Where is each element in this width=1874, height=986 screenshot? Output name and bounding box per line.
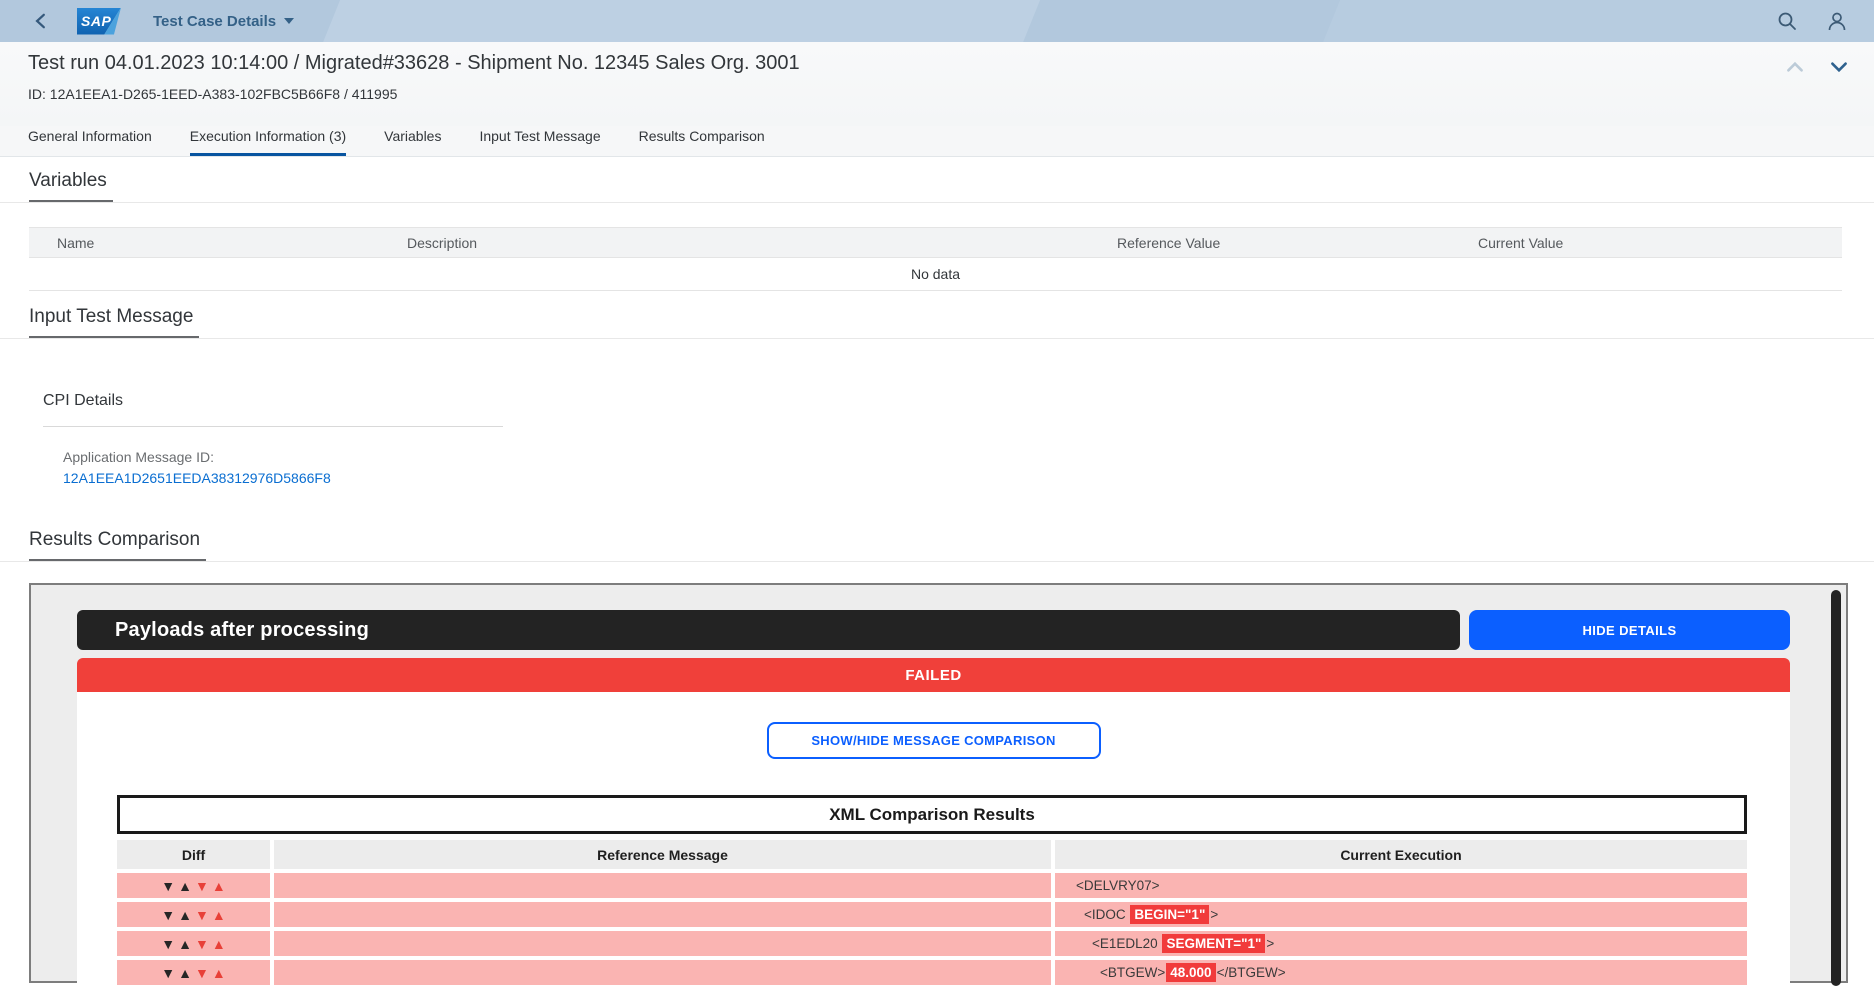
reference-message-cell bbox=[274, 931, 1051, 956]
column-header-reference-message: Reference Message bbox=[274, 840, 1051, 869]
column-header-diff: Diff bbox=[117, 840, 270, 869]
column-header-name: Name bbox=[29, 235, 399, 251]
column-header-current-value: Current Value bbox=[1470, 235, 1842, 251]
triangle-down-dark-icon: ▼ bbox=[161, 937, 175, 951]
variables-section-title: Variables bbox=[29, 170, 113, 203]
xml-text: </BTGEW> bbox=[1217, 965, 1286, 980]
triangle-down-red-icon: ▼ bbox=[195, 937, 209, 951]
reference-message-cell bbox=[274, 960, 1051, 985]
xml-text: <E1EDL20 bbox=[1092, 936, 1161, 951]
show-hide-message-comparison-button[interactable]: SHOW/HIDE MESSAGE COMPARISON bbox=[767, 722, 1101, 759]
diff-highlight: BEGIN="1" bbox=[1130, 905, 1209, 924]
navigate-up-button[interactable] bbox=[1784, 56, 1806, 78]
payloads-header-title: Payloads after processing bbox=[115, 619, 369, 642]
triangle-up-dark-icon: ▲ bbox=[178, 966, 192, 980]
navigate-down-button[interactable] bbox=[1828, 56, 1850, 78]
section-divider bbox=[0, 202, 1874, 203]
xml-text: <BTGEW> bbox=[1100, 965, 1165, 980]
payloads-header-bar: Payloads after processing bbox=[77, 610, 1460, 650]
tab-input-test-message[interactable]: Input Test Message bbox=[479, 128, 600, 156]
diff-highlight: 48.000 bbox=[1166, 963, 1215, 982]
triangle-up-dark-icon: ▲ bbox=[178, 937, 192, 951]
sap-logo-text: SAP bbox=[81, 13, 111, 29]
triangle-down-red-icon: ▼ bbox=[195, 879, 209, 893]
back-button[interactable] bbox=[30, 10, 52, 32]
chevron-down-icon bbox=[284, 18, 294, 24]
status-banner-failed: FAILED bbox=[77, 658, 1790, 692]
panel-scrollbar[interactable] bbox=[1831, 590, 1841, 986]
user-icon[interactable] bbox=[1826, 10, 1848, 32]
xml-comparison-table: XML Comparison Results Diff Reference Me… bbox=[117, 795, 1747, 985]
current-execution-cell: <IDOC BEGIN="1"> bbox=[1055, 902, 1747, 927]
reference-message-cell bbox=[274, 902, 1051, 927]
tab-general-information[interactable]: General Information bbox=[28, 128, 152, 156]
triangle-up-red-icon: ▲ bbox=[212, 908, 226, 922]
triangle-up-red-icon: ▲ bbox=[212, 879, 226, 893]
triangle-up-red-icon: ▲ bbox=[212, 966, 226, 980]
app-title: Test Case Details bbox=[153, 13, 276, 30]
tab-execution-information[interactable]: Execution Information (3) bbox=[190, 128, 346, 156]
variables-section-header: Variables bbox=[0, 170, 1874, 203]
section-divider bbox=[0, 338, 1874, 339]
hide-details-button[interactable]: HIDE DETAILS bbox=[1469, 610, 1790, 650]
column-header-description: Description bbox=[399, 235, 1109, 251]
triangle-up-dark-icon: ▲ bbox=[178, 879, 192, 893]
section-divider bbox=[0, 561, 1874, 562]
diff-icons-cell: ▼ ▲ ▼ ▲ bbox=[117, 902, 270, 927]
current-execution-cell: <E1EDL20 SEGMENT="1"> bbox=[1055, 931, 1747, 956]
xml-text: > bbox=[1210, 907, 1218, 922]
triangle-up-dark-icon: ▲ bbox=[178, 908, 192, 922]
triangle-down-red-icon: ▼ bbox=[195, 966, 209, 980]
page-title: Test run 04.01.2023 10:14:00 / Migrated#… bbox=[28, 52, 800, 75]
current-execution-cell: <BTGEW>48.000</BTGEW> bbox=[1055, 960, 1747, 985]
chevron-left-icon bbox=[32, 12, 50, 30]
diff-highlight: SEGMENT="1" bbox=[1162, 934, 1265, 953]
xml-comparison-title: XML Comparison Results bbox=[117, 795, 1747, 834]
cpi-details-title: CPI Details bbox=[43, 392, 503, 410]
diff-icons-cell: ▼ ▲ ▼ ▲ bbox=[117, 931, 270, 956]
xml-text: <DELVRY07> bbox=[1076, 878, 1160, 893]
results-comparison-section-header: Results Comparison bbox=[0, 529, 1874, 562]
column-header-current-execution: Current Execution bbox=[1055, 840, 1747, 869]
xml-text: <IDOC bbox=[1084, 907, 1129, 922]
cpi-divider bbox=[43, 426, 503, 427]
tab-variables[interactable]: Variables bbox=[384, 128, 441, 156]
variables-table: Name Description Reference Value Current… bbox=[29, 227, 1842, 291]
input-test-message-section-header: Input Test Message bbox=[0, 306, 1874, 339]
diff-icons-cell: ▼ ▲ ▼ ▲ bbox=[117, 873, 270, 898]
triangle-down-dark-icon: ▼ bbox=[161, 966, 175, 980]
triangle-up-red-icon: ▲ bbox=[212, 937, 226, 951]
search-icon[interactable] bbox=[1776, 10, 1798, 32]
triangle-down-dark-icon: ▼ bbox=[161, 908, 175, 922]
app-title-menu[interactable]: Test Case Details bbox=[153, 13, 294, 30]
sap-logo: SAP bbox=[77, 8, 121, 35]
reference-message-cell bbox=[274, 873, 1051, 898]
no-data-row: No data bbox=[29, 258, 1842, 291]
diff-icons-cell: ▼ ▲ ▼ ▲ bbox=[117, 960, 270, 985]
variables-table-header-row: Name Description Reference Value Current… bbox=[29, 227, 1842, 258]
object-page-header: Test run 04.01.2023 10:14:00 / Migrated#… bbox=[0, 42, 1874, 126]
comparison-content-area: SHOW/HIDE MESSAGE COMPARISON XML Compari… bbox=[77, 692, 1790, 985]
application-message-id-link[interactable]: 12A1EEA1D2651EEDA38312976D5866F8 bbox=[63, 470, 331, 486]
tab-results-comparison[interactable]: Results Comparison bbox=[639, 128, 765, 156]
input-test-message-section-title: Input Test Message bbox=[29, 306, 199, 339]
cpi-details-block: CPI Details Application Message ID: 12A1… bbox=[43, 392, 503, 488]
current-execution-cell: <DELVRY07> bbox=[1055, 873, 1747, 898]
xml-text: > bbox=[1266, 936, 1274, 951]
column-header-reference-value: Reference Value bbox=[1109, 235, 1470, 251]
triangle-down-red-icon: ▼ bbox=[195, 908, 209, 922]
results-comparison-panel: Payloads after processing HIDE DETAILS F… bbox=[29, 583, 1848, 983]
anchor-tab-bar: General Information Execution Informatio… bbox=[0, 126, 1874, 157]
application-message-id-label: Application Message ID: bbox=[63, 449, 503, 465]
triangle-down-dark-icon: ▼ bbox=[161, 879, 175, 893]
results-comparison-section-title: Results Comparison bbox=[29, 529, 206, 562]
page-subtitle-id: ID: 12A1EEA1-D265-1EED-A383-102FBC5B66F8… bbox=[28, 86, 397, 102]
shell-bar: SAP Test Case Details bbox=[0, 0, 1874, 42]
